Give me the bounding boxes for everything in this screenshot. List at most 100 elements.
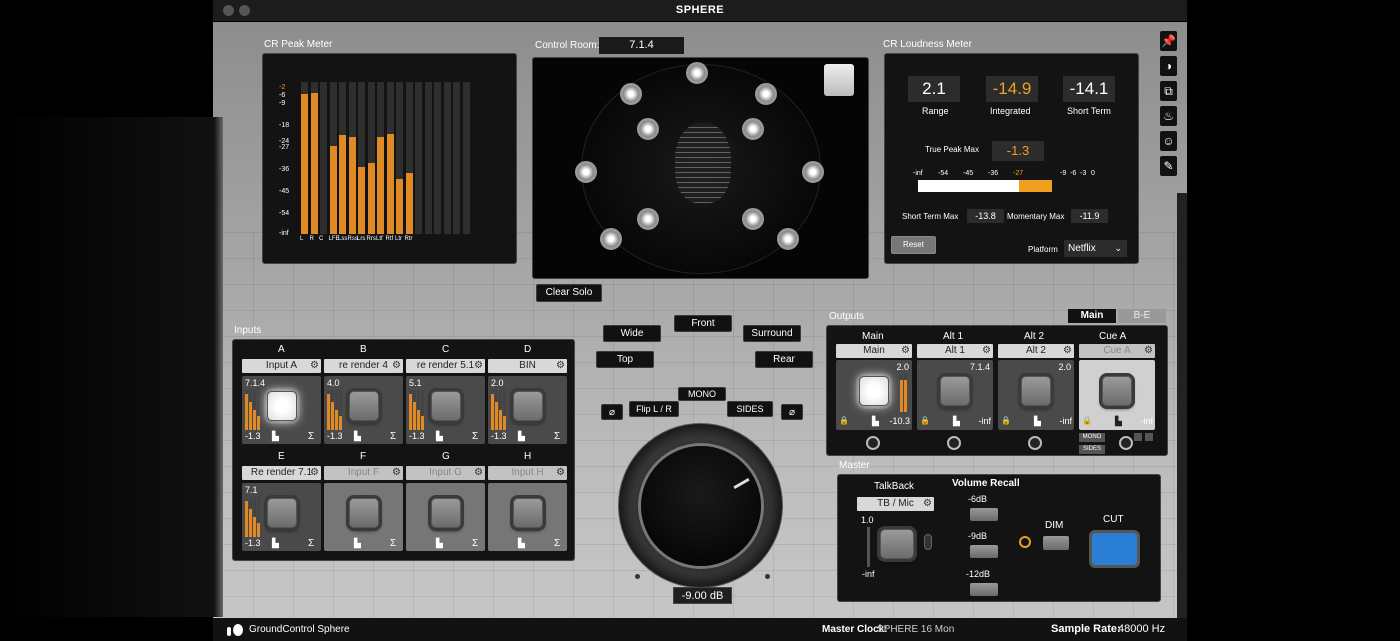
top-button[interactable]: Top: [596, 351, 654, 368]
sum-icon[interactable]: Σ: [472, 431, 478, 442]
input-source-select[interactable]: re render 5.1 ⚙: [406, 359, 485, 373]
output-select-button[interactable]: [940, 376, 970, 406]
speaker-ltr[interactable]: [600, 228, 622, 250]
dim-button[interactable]: [1043, 536, 1069, 550]
output-select-button[interactable]: [1102, 376, 1132, 406]
input-source-select[interactable]: Input G ⚙: [406, 466, 485, 480]
lock-icon[interactable]: 🔒: [839, 416, 849, 425]
input-select-button[interactable]: [513, 391, 543, 421]
meter-icon[interactable]: ▙: [1115, 416, 1122, 427]
talkback-button[interactable]: [880, 529, 914, 559]
meter-icon[interactable]: ▙: [272, 538, 279, 549]
volume-knob[interactable]: [641, 446, 761, 566]
surround-button[interactable]: Surround: [743, 325, 801, 342]
input-source-select[interactable]: BIN ⚙: [488, 359, 567, 373]
input-select-button[interactable]: [431, 498, 461, 528]
platform-select[interactable]: Netflix ⌄: [1064, 240, 1127, 257]
cut-button[interactable]: [1092, 533, 1137, 565]
tab-be[interactable]: B-E: [1118, 309, 1166, 323]
cue-option-b-button[interactable]: [1145, 433, 1153, 441]
output-source-select[interactable]: Main ⚙: [836, 344, 912, 358]
speaker-rrs[interactable]: [742, 208, 764, 230]
wide-button[interactable]: Wide: [603, 325, 661, 342]
pin-icon[interactable]: 📌: [1160, 31, 1177, 51]
smiley-icon[interactable]: ☺: [1160, 131, 1177, 151]
meter-icon[interactable]: ▙: [872, 416, 879, 427]
speaker-rtr[interactable]: [777, 228, 799, 250]
mono-button[interactable]: MONO: [678, 387, 726, 401]
input-source-select[interactable]: Input A ⚙: [242, 359, 321, 373]
output-source-select[interactable]: Cue A ⚙: [1079, 344, 1155, 358]
control-room-format-select[interactable]: 7.1.4: [599, 37, 684, 54]
meter-icon[interactable]: ▙: [953, 416, 960, 427]
loudness-reset-button[interactable]: Reset: [891, 236, 936, 254]
phase-left-button[interactable]: ⌀: [601, 404, 623, 420]
input-select-button[interactable]: [349, 498, 379, 528]
meter-icon[interactable]: ▙: [436, 538, 443, 549]
front-button[interactable]: Front: [674, 315, 732, 332]
speaker-ltf[interactable]: [620, 83, 642, 105]
speaker-rtf[interactable]: [755, 83, 777, 105]
speaker-lss[interactable]: [575, 161, 597, 183]
output-select-button[interactable]: [859, 376, 889, 406]
meter-icon[interactable]: ▙: [354, 431, 361, 442]
meter-icon[interactable]: ▙: [518, 538, 525, 549]
meter-icon[interactable]: ▙: [1034, 416, 1041, 427]
speaker-r[interactable]: [742, 118, 764, 140]
recall-9db-button[interactable]: [970, 545, 998, 558]
input-select-button[interactable]: [349, 391, 379, 421]
output-trim-knob[interactable]: [1119, 436, 1133, 450]
meter-icon[interactable]: ▙: [518, 431, 525, 442]
input-source-select[interactable]: Input H ⚙: [488, 466, 567, 480]
sum-icon[interactable]: Σ: [554, 431, 560, 442]
dim-knob-icon[interactable]: [1019, 536, 1031, 548]
input-source-select[interactable]: re render 4 ⚙: [324, 359, 403, 373]
sides-button[interactable]: SIDES: [727, 401, 773, 417]
clear-solo-button[interactable]: Clear Solo: [536, 284, 602, 302]
flip-lr-button[interactable]: Flip L / R: [629, 401, 679, 417]
speaker-rss[interactable]: [802, 161, 824, 183]
input-select-button[interactable]: [431, 391, 461, 421]
recall-6db-button[interactable]: [970, 508, 998, 521]
output-source-select[interactable]: Alt 1 ⚙: [917, 344, 993, 358]
output-source-select[interactable]: Alt 2 ⚙: [998, 344, 1074, 358]
talkback-source-select[interactable]: TB / Mic ⚙: [857, 497, 934, 511]
sum-icon[interactable]: Σ: [390, 538, 396, 549]
cue-option-a-button[interactable]: [1134, 433, 1142, 441]
input-source-select[interactable]: Input F ⚙: [324, 466, 403, 480]
meter-icon[interactable]: ▙: [272, 431, 279, 442]
rear-button[interactable]: Rear: [755, 351, 813, 368]
phase-right-button[interactable]: ⌀: [781, 404, 803, 420]
speaker-c[interactable]: [686, 62, 708, 84]
sum-icon[interactable]: Σ: [472, 538, 478, 549]
lock-icon[interactable]: 🔒: [1082, 416, 1092, 425]
contrast-icon[interactable]: ◑: [1160, 56, 1177, 76]
volume-readout[interactable]: -9.00 dB: [673, 587, 732, 604]
cue-sides-button[interactable]: SIDES: [1079, 445, 1105, 454]
sum-icon[interactable]: Σ: [308, 538, 314, 549]
lock-icon[interactable]: 🔒: [920, 416, 930, 425]
recall-12db-button[interactable]: [970, 583, 998, 596]
output-trim-knob[interactable]: [866, 436, 880, 450]
input-select-button[interactable]: [267, 391, 297, 421]
input-select-button[interactable]: [513, 498, 543, 528]
input-source-select[interactable]: Re render 7.1 ⚙: [242, 466, 321, 480]
lfe-speaker[interactable]: [824, 64, 854, 96]
input-select-button[interactable]: [267, 498, 297, 528]
meter-icon[interactable]: ▙: [354, 538, 361, 549]
tab-main[interactable]: Main: [1068, 309, 1116, 323]
output-select-button[interactable]: [1021, 376, 1051, 406]
layers-icon[interactable]: ⧉: [1160, 81, 1177, 101]
speaker-l[interactable]: [637, 118, 659, 140]
flame-icon[interactable]: ♨: [1160, 106, 1177, 126]
output-trim-knob[interactable]: [947, 436, 961, 450]
sum-icon[interactable]: Σ: [390, 431, 396, 442]
sum-icon[interactable]: Σ: [554, 538, 560, 549]
brush-icon[interactable]: ✎: [1160, 156, 1177, 176]
talkback-toggle[interactable]: [924, 534, 932, 550]
meter-icon[interactable]: ▙: [436, 431, 443, 442]
output-trim-knob[interactable]: [1028, 436, 1042, 450]
sum-icon[interactable]: Σ: [308, 431, 314, 442]
lock-icon[interactable]: 🔒: [1001, 416, 1011, 425]
cue-mono-button[interactable]: MONO: [1079, 433, 1105, 442]
